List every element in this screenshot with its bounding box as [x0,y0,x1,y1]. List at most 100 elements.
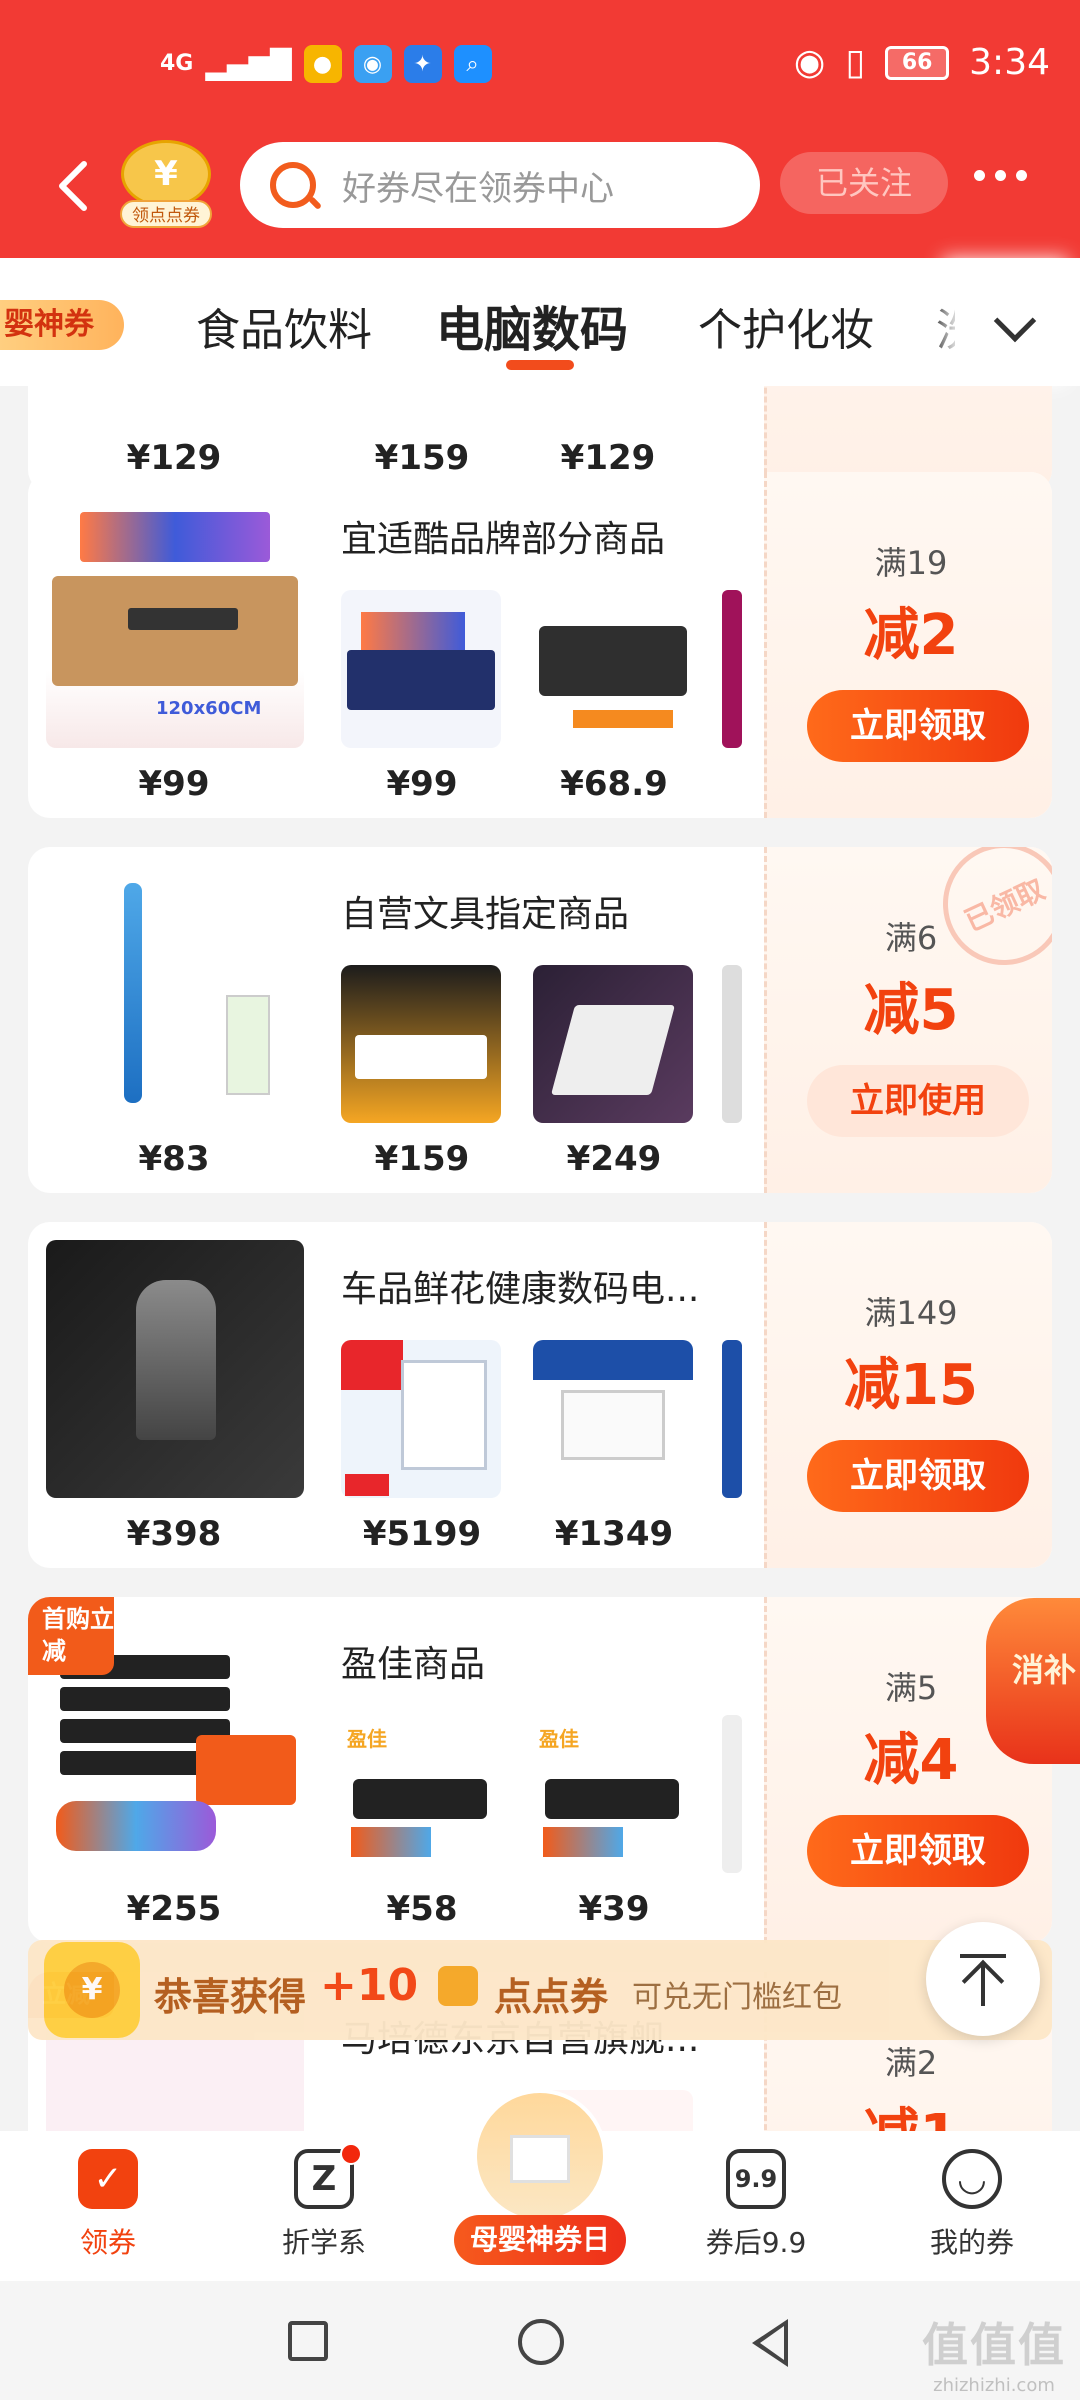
promo-icon [473,2089,607,2223]
coupon-amount: 减1 [767,2090,1052,2131]
coupon-card[interactable]: 120x60CM 宜适酷品牌部分商品 ¥99 ¥99 ¥68.9 满19 减2 … [28,472,1052,818]
tab-baby-coupon[interactable]: 婴神券 [0,300,124,350]
price: ¥249 [566,1139,662,1179]
eye-icon: ◉ [793,42,826,83]
product-thumbnail[interactable] [533,1340,693,1498]
smile-icon: ◡ [942,2149,1002,2209]
product-thumbnail[interactable] [533,965,693,1123]
price: ¥58 [386,1889,458,1929]
reward-toast: ¥ 恭喜获得 +10 点点券 可兑无门槛红包 [28,1940,1052,2040]
price: ¥255 [126,1889,222,1929]
vibrate-icon: ▯ [845,42,866,83]
price: ¥39 [578,1889,650,1929]
price: ¥1349 [554,1514,674,1554]
product-thumbnail-partial [722,965,742,1123]
system-nav-bar: 值值值 zhizhizhi.com [0,2281,1080,2400]
product-image[interactable] [46,1240,304,1498]
tab-personal-care[interactable]: 个护化妆 [698,294,874,358]
back-triangle-icon[interactable] [752,2319,788,2367]
tab-food-drinks[interactable]: 食品饮料 [196,294,372,358]
battery-indicator: 66 [885,45,950,80]
product-thumbnail[interactable] [341,965,501,1123]
back-arrow-icon[interactable] [50,156,100,216]
nav-discount-school[interactable]: Z 折学系 [254,2143,394,2261]
home-circle-icon[interactable] [518,2319,564,2365]
notification-dot [340,2143,362,2165]
claim-button[interactable]: 立即领取 [807,1440,1029,1512]
coupon-title: 宜适酷品牌部分商品 [341,519,666,560]
coupon-panel: 满19 减2 立即领取 [764,472,1052,818]
coupon-list: ¥129 ¥159 ¥129 120x60CM 宜适酷品牌部分商品 ¥99 ¥9… [0,386,1080,2131]
use-button[interactable]: 立即使用 [807,1065,1029,1137]
search-bar[interactable]: 好券尽在领券中心 [240,142,760,228]
price: ¥159 [374,1139,470,1179]
coupon-title: 车品鲜花健康数码电... [341,1269,700,1310]
price: ¥5199 [362,1514,482,1554]
browser-icon: ◉ [353,45,392,83]
price: ¥68.9 [560,764,668,804]
weibo-icon: ● [303,45,342,83]
search-app-icon: ⌕ [453,45,492,83]
coupon-panel: 满149 减15 立即领取 [764,1222,1052,1568]
product-thumbnail[interactable]: 盈佳 [533,1715,693,1873]
clock: 3:34 [969,42,1050,83]
image-caption: 120x60CM [156,698,262,719]
product-thumbnail-partial [722,1715,742,1873]
back-to-top-button[interactable] [926,1922,1040,2036]
product-image[interactable]: 120x60CM [46,490,304,748]
coupon-condition: 满19 [874,544,948,582]
claim-button[interactable]: 立即领取 [807,1815,1029,1887]
nav-label: 折学系 [281,2226,366,2259]
price: ¥99 [138,764,210,804]
toast-prefix: 恭喜获得 [154,1975,307,2019]
product-thumbnail[interactable] [341,1340,501,1498]
price-tag-icon: 9.9 [726,2149,786,2209]
points-coin-icon [438,1966,478,2006]
coupon-panel: 已领取 满6 减5 立即使用 [764,847,1052,1193]
product-thumbnail-partial [722,590,742,748]
nav-baby-coupon-day[interactable]: 母婴神券日 [454,2089,626,2265]
product-thumbnail[interactable]: 盈佳 [341,1715,501,1873]
coupon-amount: 减15 [844,1353,978,1418]
watermark: 值值值 zhizhizhi.com [922,2309,1066,2396]
nav-coupons[interactable]: ✓ 领券 [38,2149,178,2261]
product-image[interactable] [46,865,304,1123]
status-left: 4G ▂▄▆█ ● ◉ ✦ ⌕ [160,45,492,83]
points-coupon-badge[interactable]: ¥ 领点点券 [118,140,214,236]
product-thumbnail-partial [722,1340,742,1498]
nav-label: 我的券 [929,2226,1014,2259]
nav-after-coupon-9-9[interactable]: 9.9 券后9.9 [686,2149,826,2261]
toast-coin-name: 点点券 [494,1975,609,2019]
nav-my-coupons[interactable]: ◡ 我的券 [902,2149,1042,2261]
follow-button[interactable]: 已关注 [780,152,948,214]
nav-label: 母婴神券日 [454,2215,626,2265]
coupon-condition: 满149 [864,1294,958,1332]
badge-label: 领点点券 [120,200,212,228]
toast-suffix: 可兑无门槛红包 [632,1980,842,2015]
network-signal-icon: 4G [160,51,194,76]
subsidy-float-button[interactable]: 消补 [986,1598,1080,1764]
coupon-card[interactable]: 车品鲜花健康数码电... ¥398 ¥5199 ¥1349 满149 减15 立… [28,1222,1052,1568]
price: ¥83 [138,1139,210,1179]
coupon-card[interactable]: 自营文具指定商品 ¥83 ¥159 ¥249 已领取 满6 减5 立即使用 [28,847,1052,1193]
first-purchase-tag: 首购立减 [28,1597,114,1675]
coupon-condition: 满6 [884,919,938,957]
price: ¥99 [386,764,458,804]
recents-square-icon[interactable] [288,2321,328,2361]
more-options-icon[interactable] [974,170,1027,181]
coupon-amount: 减5 [863,978,959,1043]
coupon-title: 盈佳商品 [341,1644,486,1685]
coupon-card[interactable]: 首购立减 盈佳商品 盈佳 盈佳 ¥255 ¥58 ¥39 满5 减4 立即领取 [28,1597,1052,1943]
watermark-sub: zhizhizhi.com [933,2375,1055,2396]
product-thumbnail[interactable] [533,590,693,748]
header: ¥ 领点点券 好券尽在领券中心 已关注 [0,138,1080,238]
coupon-icon: ✓ [78,2149,138,2209]
arrow-up-icon [960,1954,1006,1958]
active-tab-indicator [506,360,574,370]
claim-button[interactable]: 立即领取 [807,690,1029,762]
tab-computers-digital[interactable]: 电脑数码 [436,290,628,360]
nav-label: 领券 [79,2226,136,2259]
coupon-amount: 减2 [863,603,959,668]
product-thumbnail[interactable] [341,590,501,748]
lightbulb-icon: ✦ [403,45,442,83]
